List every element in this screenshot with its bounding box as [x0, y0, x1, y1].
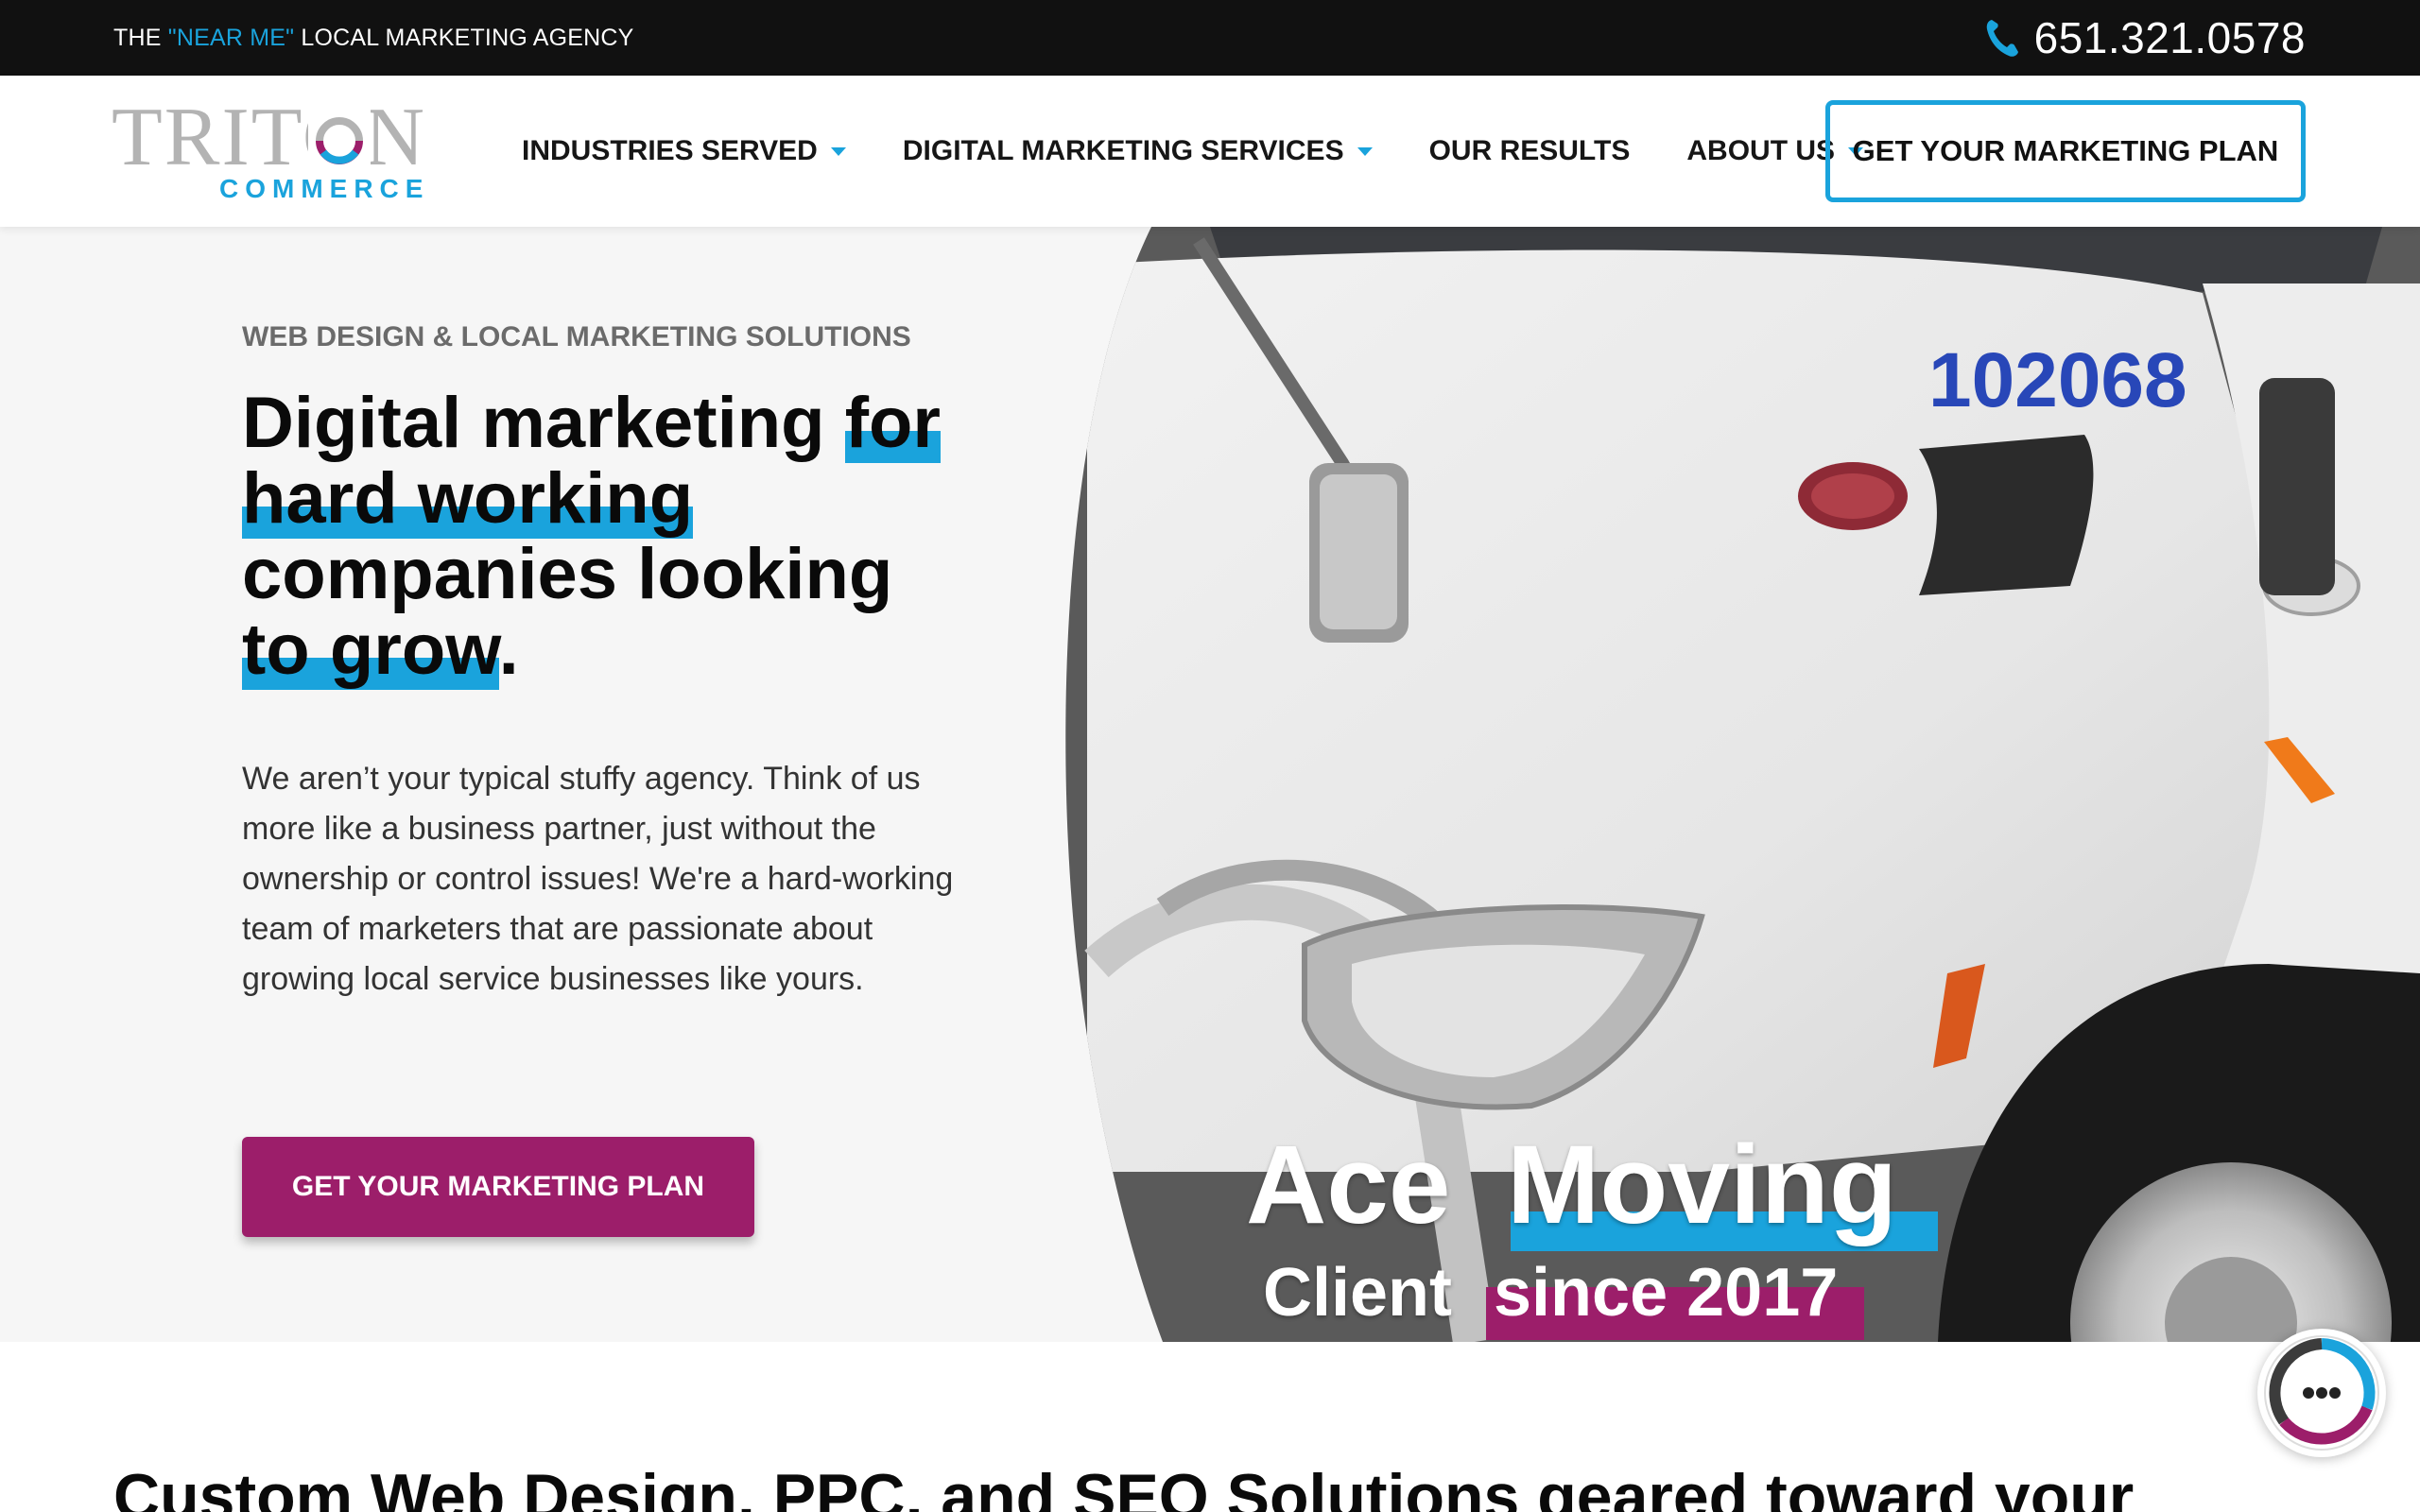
agency-tagline: THE "NEAR ME" LOCAL MARKETING AGENCY	[113, 25, 634, 52]
video-caption-client: Client	[1263, 1255, 1453, 1331]
tagline-prefix: THE	[113, 25, 168, 51]
hero-section: 102068 WEB DESIGN & LOCAL MARKETING SOLU…	[0, 227, 2420, 1342]
hero-title-end: .	[498, 610, 519, 690]
hero-description: We aren’t your typical stuffy agency. Th…	[242, 761, 954, 997]
nav-item-digital-marketing-services[interactable]: DIGITAL MARKETING SERVICES	[903, 135, 1373, 167]
nav-menu: INDUSTRIES SERVED DIGITAL MARKETING SERV…	[522, 129, 1920, 174]
video-caption-name: Ace	[1246, 1123, 1451, 1247]
hero-title: Digital marketing for hard working compa…	[242, 383, 979, 690]
main-navigation: TRITON COMMERCE INDUSTRIES SERVED DIGITA…	[0, 76, 2420, 227]
video-caption-name-highlight: Moving	[1507, 1123, 1897, 1247]
chat-icon	[2264, 1335, 2379, 1451]
nav-item-label: INDUSTRIES SERVED	[522, 135, 818, 166]
nav-item-label: OUR RESULTS	[1428, 135, 1631, 166]
chevron-down-icon	[1357, 146, 1373, 156]
video-caption-since: since 2017	[1494, 1255, 1839, 1331]
truck-number: 102068	[1928, 337, 2187, 423]
nav-marketing-plan-button[interactable]: GET YOUR MARKETING PLAN	[1825, 100, 2306, 202]
logo-wordmark: TRITON	[112, 92, 427, 183]
tagline-suffix: LOCAL MARKETING AGENCY	[294, 25, 634, 51]
nav-item-label: DIGITAL MARKETING SERVICES	[902, 135, 1344, 166]
section-heading: Custom Web Design, PPC, and SEO Solution…	[113, 1461, 2135, 1512]
hero-marketing-plan-button[interactable]: GET YOUR MARKETING PLAN	[242, 1137, 754, 1237]
hero-title-highlight: to grow	[242, 610, 499, 690]
logo-ring-icon	[308, 110, 371, 172]
hero-eyebrow: WEB DESIGN & LOCAL MARKETING SOLUTIONS	[242, 321, 911, 352]
top-bar: THE "NEAR ME" LOCAL MARKETING AGENCY 651…	[0, 0, 2420, 76]
tagline-accent: "NEAR ME"	[167, 25, 295, 51]
logo-subtitle: COMMERCE	[219, 174, 430, 203]
nav-item-label: ABOUT US	[1686, 135, 1836, 166]
chevron-down-icon	[830, 146, 846, 156]
phone-icon	[1986, 20, 2018, 57]
nav-item-our-results[interactable]: OUR RESULTS	[1429, 135, 1631, 167]
phone-link[interactable]: 651.321.0578	[1983, 9, 2306, 66]
phone-number[interactable]: 651.321.0578	[2034, 12, 2306, 63]
triton-commerce-logo[interactable]: TRITON COMMERCE	[112, 92, 433, 204]
nav-item-industries-served[interactable]: INDUSTRIES SERVED	[522, 135, 846, 167]
hero-title-part: Digital marketing	[242, 383, 845, 463]
chat-launcher-button[interactable]	[2257, 1329, 2386, 1457]
hero-title-part: companies looking	[242, 534, 893, 614]
